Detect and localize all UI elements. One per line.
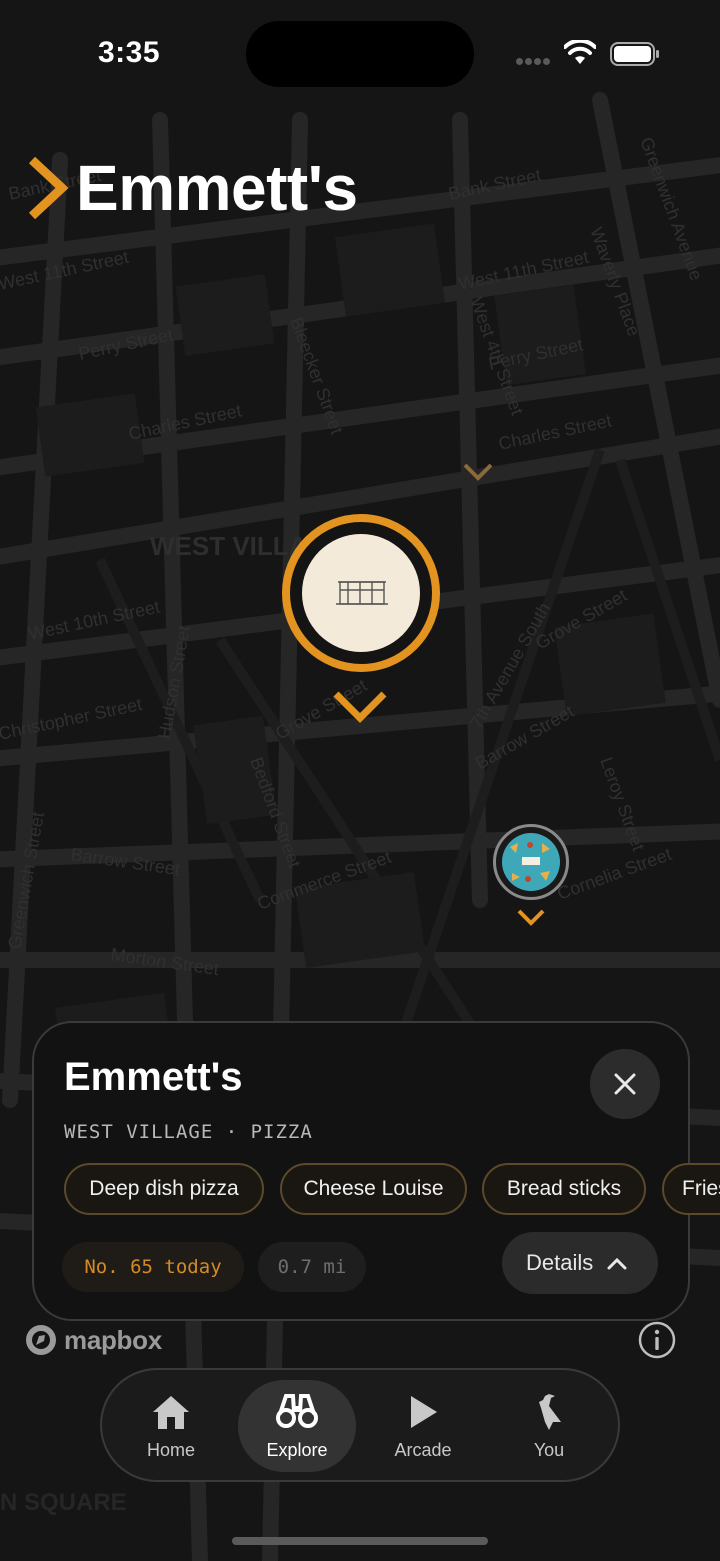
chevron-right-icon: [28, 156, 69, 220]
dish-chip[interactable]: Deep dish pizza: [64, 1163, 264, 1215]
selected-restaurant-pin[interactable]: [282, 514, 440, 672]
page-title: Emmett's: [76, 152, 358, 224]
info-icon[interactable]: [637, 1320, 677, 1360]
cellular-signal-icon: [516, 58, 552, 66]
restaurant-logo: [302, 534, 420, 652]
tab-label: Arcade: [394, 1440, 452, 1460]
dish-chip[interactable]: Cheese Louise: [280, 1163, 467, 1215]
bird-icon: [539, 1394, 561, 1430]
area-label-bottom: N SQUARE: [0, 1489, 127, 1516]
restaurant-pin[interactable]: [493, 824, 569, 900]
rank-badge: No. 65 today: [62, 1242, 244, 1292]
tab-label: Explore: [266, 1440, 328, 1460]
distance-badge: 0.7 mi: [258, 1242, 366, 1292]
tab-explore[interactable]: Explore: [238, 1380, 356, 1472]
mapbox-attribution[interactable]: mapbox: [24, 1322, 162, 1358]
pizza-pattern-icon: [510, 842, 550, 882]
details-label: Details: [526, 1250, 594, 1275]
dish-chip[interactable]: Fries: [662, 1163, 720, 1215]
chevron-up-icon: [607, 1257, 627, 1270]
storefront-sketch-icon: [336, 581, 388, 605]
battery-icon: [610, 42, 659, 66]
dynamic-island: [246, 21, 474, 87]
mapbox-wordmark: mapbox: [64, 1324, 162, 1355]
close-icon: [614, 1073, 636, 1095]
play-icon: [411, 1396, 437, 1428]
tab-label: Home: [146, 1440, 195, 1460]
binoculars-icon: [276, 1394, 318, 1428]
restaurant-name: Emmett's: [64, 1055, 243, 1099]
chevron-down-icon: [463, 463, 493, 481]
chevron-down-icon: [517, 909, 545, 926]
restaurant-neighborhood-cuisine: WEST VILLAGE · PIZZA: [64, 1121, 313, 1143]
close-button[interactable]: [590, 1049, 660, 1119]
tab-you[interactable]: You: [490, 1380, 608, 1472]
tab-label: You: [533, 1440, 565, 1460]
status-bar: 3:35: [0, 0, 720, 100]
dish-chips[interactable]: Deep dish pizza Cheese Louise Bread stic…: [0, 1163, 720, 1217]
status-time: 3:35: [98, 36, 161, 69]
tab-home[interactable]: Home: [112, 1380, 230, 1472]
details-button[interactable]: Details: [502, 1232, 658, 1294]
page-header: Emmett's: [24, 148, 358, 228]
mapbox-logo-icon: [26, 1325, 56, 1355]
house-icon: [153, 1396, 189, 1429]
tab-arcade[interactable]: Arcade: [364, 1380, 482, 1472]
chevron-down-icon: [333, 691, 387, 723]
dish-chip[interactable]: Bread sticks: [482, 1163, 646, 1215]
home-indicator[interactable]: [232, 1537, 488, 1545]
restaurant-logo: [502, 833, 560, 891]
wifi-icon: [564, 40, 596, 64]
tab-bar: Home Explore Arcade You: [100, 1368, 620, 1482]
